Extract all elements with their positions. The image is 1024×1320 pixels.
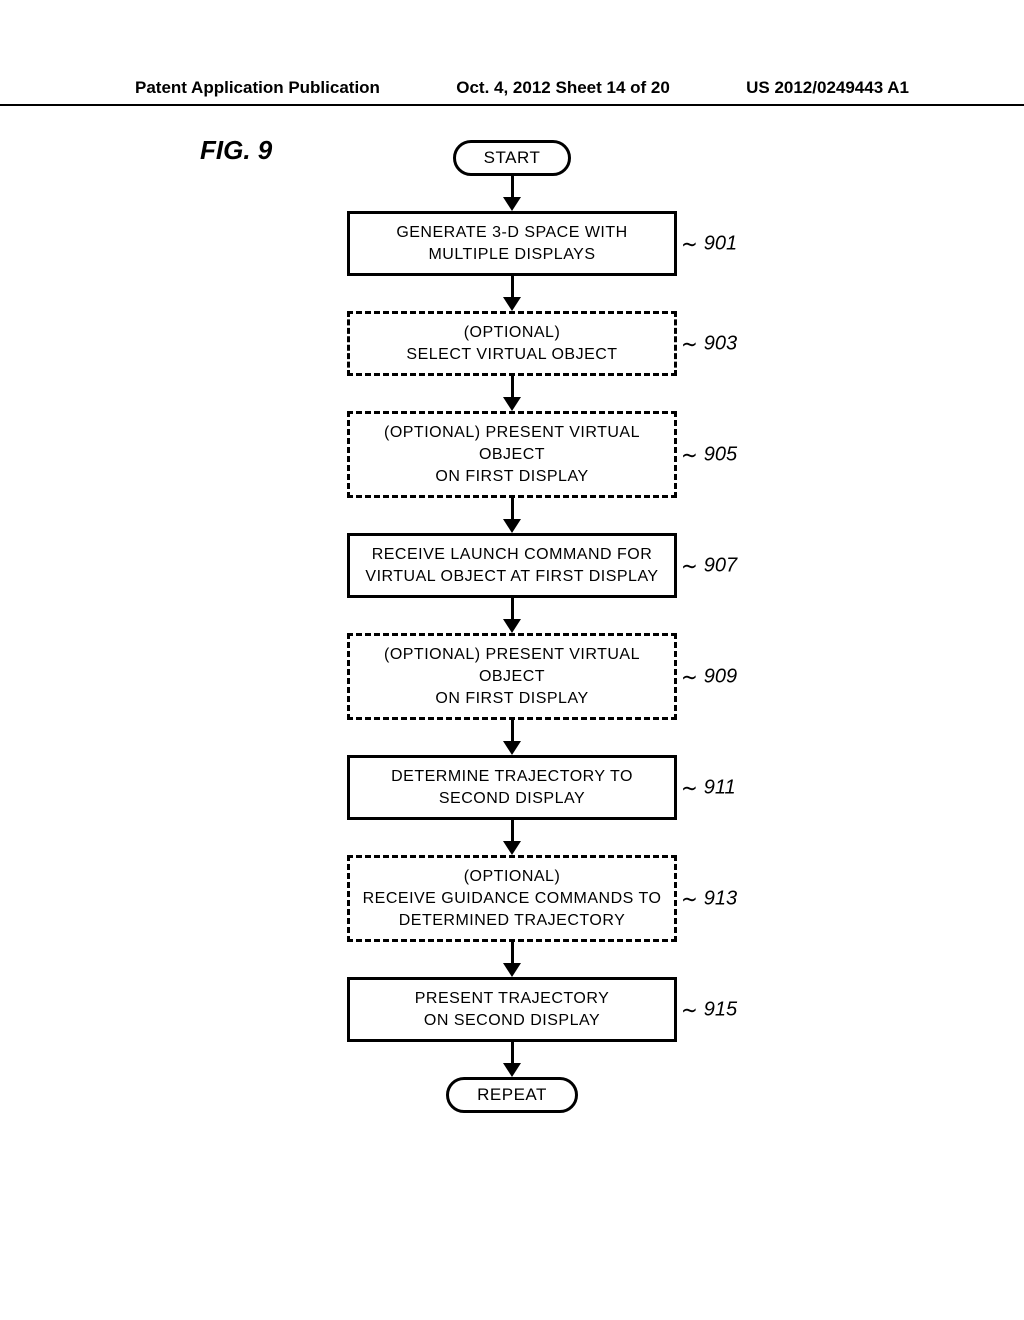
reference-number-text: 907: [704, 554, 737, 577]
arrow-icon: [503, 176, 521, 211]
step-box: GENERATE 3-D SPACE WITH MULTIPLE DISPLAY…: [347, 211, 677, 276]
arrow-icon: [503, 1042, 521, 1077]
reference-number-text: 911: [704, 776, 736, 799]
step-text-line: (OPTIONAL) PRESENT VIRTUAL OBJECT: [356, 422, 668, 465]
step-text-line: (OPTIONAL) PRESENT VIRTUAL OBJECT: [356, 644, 668, 687]
step-text-line: RECEIVE GUIDANCE COMMANDS TO: [356, 888, 668, 910]
page-header: Patent Application Publication Oct. 4, 2…: [0, 78, 1024, 106]
reference-number-text: 903: [704, 332, 737, 355]
step-text-line: (OPTIONAL): [356, 322, 668, 344]
arrow-icon: [503, 498, 521, 533]
reference-number-text: 901: [704, 232, 737, 255]
reference-number: ∼ 907: [677, 553, 737, 578]
flow-step-905: (OPTIONAL) PRESENT VIRTUAL OBJECT ON FIR…: [347, 411, 677, 498]
step-text-line: (OPTIONAL): [356, 866, 668, 888]
step-text-line: DETERMINED TRAJECTORY: [356, 910, 668, 932]
tilde-icon: ∼: [681, 551, 698, 581]
header-publication-number: US 2012/0249443 A1: [746, 78, 909, 98]
tilde-icon: ∼: [681, 662, 698, 692]
step-text-line: DETERMINE TRAJECTORY TO: [356, 766, 668, 788]
reference-number: ∼ 901: [677, 231, 737, 256]
flow-step-901: GENERATE 3-D SPACE WITH MULTIPLE DISPLAY…: [347, 211, 677, 276]
tilde-icon: ∼: [681, 440, 698, 470]
arrow-icon: [503, 720, 521, 755]
flow-step-913: (OPTIONAL) RECEIVE GUIDANCE COMMANDS TO …: [347, 855, 677, 942]
arrow-icon: [503, 820, 521, 855]
header-date-sheet: Oct. 4, 2012 Sheet 14 of 20: [456, 78, 670, 98]
arrow-icon: [503, 276, 521, 311]
flowchart: START GENERATE 3-D SPACE WITH MULTIPLE D…: [0, 140, 1024, 1113]
tilde-icon: ∼: [681, 773, 698, 803]
flow-step-909: (OPTIONAL) PRESENT VIRTUAL OBJECT ON FIR…: [347, 633, 677, 720]
step-text-line: RECEIVE LAUNCH COMMAND FOR: [356, 544, 668, 566]
flow-step-915: PRESENT TRAJECTORY ON SECOND DISPLAY ∼ 9…: [347, 977, 677, 1042]
tilde-icon: ∼: [681, 884, 698, 914]
step-box: DETERMINE TRAJECTORY TO SECOND DISPLAY: [347, 755, 677, 820]
header-publication-type: Patent Application Publication: [135, 78, 380, 98]
step-text-line: ON FIRST DISPLAY: [356, 688, 668, 710]
arrow-icon: [503, 598, 521, 633]
flow-step-907: RECEIVE LAUNCH COMMAND FOR VIRTUAL OBJEC…: [347, 533, 677, 598]
flow-step-911: DETERMINE TRAJECTORY TO SECOND DISPLAY ∼…: [347, 755, 677, 820]
step-text-line: PRESENT TRAJECTORY: [356, 988, 668, 1010]
tilde-icon: ∼: [681, 229, 698, 259]
reference-number: ∼ 915: [677, 997, 737, 1022]
reference-number-text: 905: [704, 443, 737, 466]
page: Patent Application Publication Oct. 4, 2…: [0, 0, 1024, 1320]
arrow-icon: [503, 376, 521, 411]
step-box-optional: (OPTIONAL) SELECT VIRTUAL OBJECT: [347, 311, 677, 376]
step-text-line: SELECT VIRTUAL OBJECT: [356, 344, 668, 366]
tilde-icon: ∼: [681, 995, 698, 1025]
step-box-optional: (OPTIONAL) PRESENT VIRTUAL OBJECT ON FIR…: [347, 633, 677, 720]
reference-number: ∼ 905: [677, 442, 737, 467]
reference-number-text: 915: [704, 998, 737, 1021]
reference-number-text: 909: [704, 665, 737, 688]
reference-number: ∼ 911: [677, 775, 736, 800]
step-box: RECEIVE LAUNCH COMMAND FOR VIRTUAL OBJEC…: [347, 533, 677, 598]
step-text-line: MULTIPLE DISPLAYS: [356, 244, 668, 266]
arrow-icon: [503, 942, 521, 977]
step-box-optional: (OPTIONAL) PRESENT VIRTUAL OBJECT ON FIR…: [347, 411, 677, 498]
step-text-line: SECOND DISPLAY: [356, 788, 668, 810]
step-text-line: GENERATE 3-D SPACE WITH: [356, 222, 668, 244]
tilde-icon: ∼: [681, 329, 698, 359]
reference-number: ∼ 909: [677, 664, 737, 689]
step-text-line: ON FIRST DISPLAY: [356, 466, 668, 488]
step-text-line: ON SECOND DISPLAY: [356, 1010, 668, 1032]
terminal-repeat: REPEAT: [446, 1077, 578, 1113]
reference-number-text: 913: [704, 887, 737, 910]
terminal-start: START: [453, 140, 572, 176]
step-box: PRESENT TRAJECTORY ON SECOND DISPLAY: [347, 977, 677, 1042]
flow-step-903: (OPTIONAL) SELECT VIRTUAL OBJECT ∼ 903: [347, 311, 677, 376]
step-box-optional: (OPTIONAL) RECEIVE GUIDANCE COMMANDS TO …: [347, 855, 677, 942]
step-text-line: VIRTUAL OBJECT AT FIRST DISPLAY: [356, 566, 668, 588]
reference-number: ∼ 913: [677, 886, 737, 911]
reference-number: ∼ 903: [677, 331, 737, 356]
